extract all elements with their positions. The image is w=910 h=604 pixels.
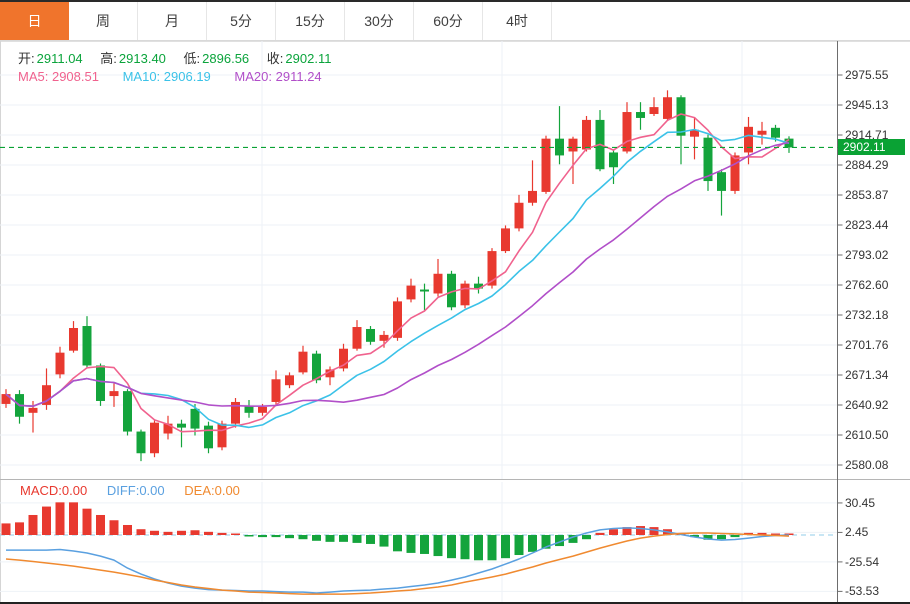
- ma5-value: 2908.51: [52, 69, 99, 84]
- diff-label: DIFF:: [107, 483, 140, 498]
- ma20-value: 2911.24: [276, 69, 322, 84]
- ma10-value: 2906.19: [164, 69, 211, 84]
- tab-monthly[interactable]: 月: [138, 2, 207, 40]
- tab-4hour[interactable]: 4时: [483, 2, 552, 40]
- price-axis-label: 2640.92: [845, 398, 888, 412]
- price-axis-label: 2975.55: [845, 68, 888, 82]
- macd-axis-label: -53.53: [845, 584, 879, 598]
- ma-readout: MA5: 2908.51 MA10: 2906.19 MA20: 2911.24: [18, 69, 342, 84]
- tab-weekly[interactable]: 周: [69, 2, 138, 40]
- ohlc-readout: 开:2911.04 高:2913.40 低:2896.56 收:2902.11: [18, 48, 345, 67]
- price-axis-label: 2853.87: [845, 188, 888, 202]
- price-axis-label: 2671.34: [845, 368, 888, 382]
- ma20-label: MA20:: [234, 69, 272, 84]
- tab-5min[interactable]: 5分: [207, 2, 276, 40]
- price-axis-label: 2701.76: [845, 338, 888, 352]
- dea-label: DEA:: [184, 483, 214, 498]
- diff-value: 0.00: [139, 483, 164, 498]
- tab-60min[interactable]: 60分: [414, 2, 483, 40]
- tab-15min[interactable]: 15分: [276, 2, 345, 40]
- period-tabbar: 日 周 月 5分 15分 30分 60分 4时: [0, 2, 910, 41]
- price-axis-label: 2580.08: [845, 458, 888, 472]
- price-axis-label: 2610.50: [845, 428, 888, 442]
- price-axis-label: 2823.44: [845, 218, 888, 232]
- chart-area[interactable]: 开:2911.04 高:2913.40 低:2896.56 收:2902.11 …: [0, 41, 910, 604]
- close-label: 收:: [267, 51, 284, 66]
- price-axis-label: 2732.18: [845, 308, 888, 322]
- price-axis-label: 2762.60: [845, 278, 888, 292]
- macd-label: MACD:: [20, 483, 62, 498]
- high-label: 高:: [100, 51, 117, 66]
- price-axis-label: 2793.02: [845, 248, 888, 262]
- tab-30min[interactable]: 30分: [345, 2, 414, 40]
- candlestick-chart-canvas[interactable]: [0, 41, 910, 604]
- price-axis-label: 2884.29: [845, 158, 888, 172]
- trading-chart-app: 日 周 月 5分 15分 30分 60分 4时 开:2911.04 高:2913…: [0, 0, 910, 604]
- ma5-label: MA5:: [18, 69, 48, 84]
- dea-value: 0.00: [215, 483, 240, 498]
- low-value: 2896.56: [202, 51, 249, 66]
- tab-daily[interactable]: 日: [0, 2, 69, 40]
- open-value: 2911.04: [37, 51, 83, 66]
- close-value: 2902.11: [285, 51, 331, 66]
- macd-readout: MACD:0.00 DIFF:0.00 DEA:0.00: [20, 483, 256, 498]
- ma10-label: MA10:: [123, 69, 161, 84]
- price-axis-label: 2945.13: [845, 98, 888, 112]
- macd-value: 0.00: [62, 483, 87, 498]
- macd-axis-label: -25.54: [845, 555, 879, 569]
- macd-axis-label: 2.45: [845, 525, 868, 539]
- open-label: 开:: [18, 51, 35, 66]
- price-axis-label: 2914.71: [845, 128, 888, 142]
- low-label: 低:: [184, 51, 201, 66]
- macd-axis-label: 30.45: [845, 496, 875, 510]
- high-value: 2913.40: [119, 51, 166, 66]
